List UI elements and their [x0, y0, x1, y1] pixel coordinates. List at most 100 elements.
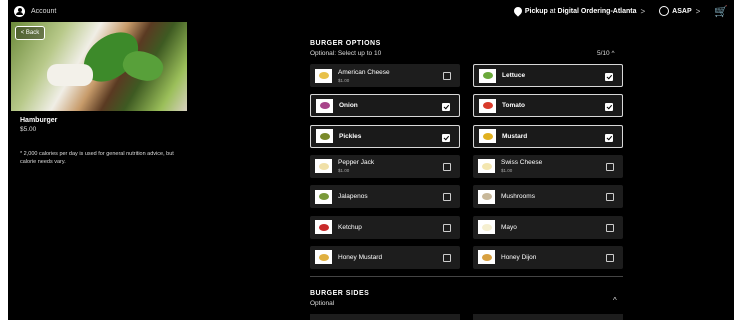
pickup-at: at	[549, 7, 556, 15]
option-checkbox[interactable]	[443, 162, 451, 171]
option-checkbox[interactable]	[605, 133, 613, 142]
back-button[interactable]: < Back	[15, 26, 45, 40]
option-checkbox[interactable]	[605, 73, 613, 81]
option-item[interactable]: Lettuce	[473, 64, 623, 87]
sides-title: BURGER SIDES	[310, 290, 370, 297]
option-item[interactable]: American Cheese $1.00	[310, 64, 460, 87]
option-thumbnail-swatch	[318, 193, 329, 201]
option-thumbnail	[478, 189, 495, 204]
option-thumbnail-swatch	[318, 162, 329, 170]
option-item[interactable]: Jalapenos	[310, 185, 460, 209]
order-page: Account Pickup at Digital Ordering-Atlan…	[8, 0, 734, 320]
hero-cheese	[47, 64, 93, 86]
product-name: Hamburger	[20, 117, 58, 124]
option-thumbnail	[316, 129, 333, 144]
options-title: BURGER OPTIONS	[310, 40, 381, 47]
pickup-location: Digital Ordering-Atlanta	[557, 7, 637, 15]
option-thumbnail	[479, 68, 496, 83]
option-label-group: Ketchup	[338, 224, 362, 231]
option-checkbox[interactable]	[443, 253, 451, 262]
option-label-group: Swiss Cheese $1.00	[501, 159, 542, 173]
option-name: American Cheese	[338, 68, 390, 76]
option-thumbnail-swatch	[482, 102, 493, 110]
options-count-toggle[interactable]: 5/10 ^	[597, 50, 615, 57]
option-item[interactable]: Mustard	[473, 124, 623, 148]
pickup-time: ASAP	[672, 7, 692, 15]
option-label-group: Pepper Jack $1.00	[338, 159, 374, 173]
sides-item[interactable]	[473, 314, 623, 320]
sides-item[interactable]	[310, 314, 460, 320]
option-item[interactable]: Onion	[310, 94, 460, 118]
option-thumbnail-swatch	[482, 132, 493, 140]
pickup-prefix: Pickup	[524, 7, 548, 15]
option-thumbnail-swatch	[318, 253, 329, 261]
option-name: Mayo	[501, 223, 517, 231]
top-bar: Account Pickup at Digital Ordering-Atlan…	[8, 0, 734, 22]
option-label-group: Mustard	[502, 133, 527, 140]
options-subtitle: Optional: Select up to 10	[310, 50, 382, 57]
option-item[interactable]: Tomato	[473, 94, 623, 118]
product-price: $5.00	[20, 126, 37, 133]
option-item[interactable]: Ketchup	[310, 215, 460, 239]
option-price: $1.00	[338, 168, 350, 174]
option-thumbnail-swatch	[481, 193, 492, 201]
option-name: Mushrooms	[501, 193, 535, 201]
option-name: Mustard	[502, 132, 528, 140]
option-checkbox[interactable]	[606, 223, 614, 232]
option-thumbnail-swatch	[318, 72, 329, 79]
nutrition-note: * 2,000 calories per day is used for gen…	[20, 151, 174, 165]
option-checkbox[interactable]	[606, 162, 614, 171]
option-name: Tomato	[502, 102, 525, 110]
option-label-group: Honey Dijon	[501, 254, 536, 261]
option-item[interactable]: Mushrooms	[473, 185, 623, 209]
option-label-group: Onion	[339, 102, 358, 109]
option-thumbnail	[316, 98, 333, 113]
option-checkbox[interactable]	[442, 103, 450, 112]
option-item[interactable]: Honey Dijon	[473, 245, 623, 269]
pickup-text: Pickup at Digital Ordering-Atlanta	[525, 8, 637, 15]
option-item[interactable]: Pickles	[310, 124, 460, 148]
clock-icon	[659, 6, 670, 16]
option-label-group: Pickles	[339, 133, 361, 140]
option-item[interactable]: Mayo	[473, 215, 623, 239]
account-button[interactable]: Account	[14, 5, 57, 17]
option-checkbox[interactable]	[605, 103, 613, 112]
location-pin-icon	[512, 5, 524, 17]
option-thumbnail-swatch	[481, 253, 492, 261]
option-thumbnail	[315, 220, 332, 234]
option-name: Honey Mustard	[338, 253, 383, 261]
section-divider	[310, 276, 623, 277]
chevron-right-icon: >	[695, 6, 701, 16]
option-checkbox[interactable]	[442, 133, 450, 142]
option-thumbnail-swatch	[319, 132, 330, 140]
option-item[interactable]: Pepper Jack $1.00	[310, 154, 460, 178]
option-thumbnail-swatch	[481, 223, 492, 231]
option-thumbnail-swatch	[482, 72, 493, 79]
option-thumbnail	[315, 68, 332, 83]
option-label-group: Mushrooms	[501, 193, 535, 200]
option-checkbox[interactable]	[606, 193, 614, 202]
option-checkbox[interactable]	[606, 253, 614, 262]
account-icon	[14, 5, 25, 17]
option-name: Honey Dijon	[501, 253, 537, 261]
option-item[interactable]: Honey Mustard	[310, 245, 460, 269]
option-thumbnail-swatch	[319, 102, 330, 110]
option-label-group: Honey Mustard	[338, 254, 382, 261]
option-checkbox[interactable]	[443, 193, 451, 202]
pickup-location-button[interactable]: Pickup at Digital Ordering-Atlanta >	[512, 5, 645, 17]
option-item[interactable]: Swiss Cheese $1.00	[473, 154, 623, 178]
option-name: Pickles	[339, 132, 362, 140]
option-thumbnail	[478, 220, 495, 234]
account-label: Account	[31, 7, 57, 15]
option-price: $1.00	[501, 168, 513, 174]
option-name: Jalapenos	[338, 193, 368, 201]
option-name: Ketchup	[338, 223, 362, 231]
pickup-time-button[interactable]: ASAP >	[659, 6, 700, 16]
product-image: < Back	[11, 22, 187, 111]
option-thumbnail	[479, 98, 496, 113]
cart-icon[interactable]: 🛒	[714, 5, 728, 18]
chevron-up-icon[interactable]: ^	[613, 296, 617, 305]
option-checkbox[interactable]	[443, 72, 451, 80]
option-checkbox[interactable]	[443, 223, 451, 232]
option-thumbnail	[479, 129, 496, 144]
